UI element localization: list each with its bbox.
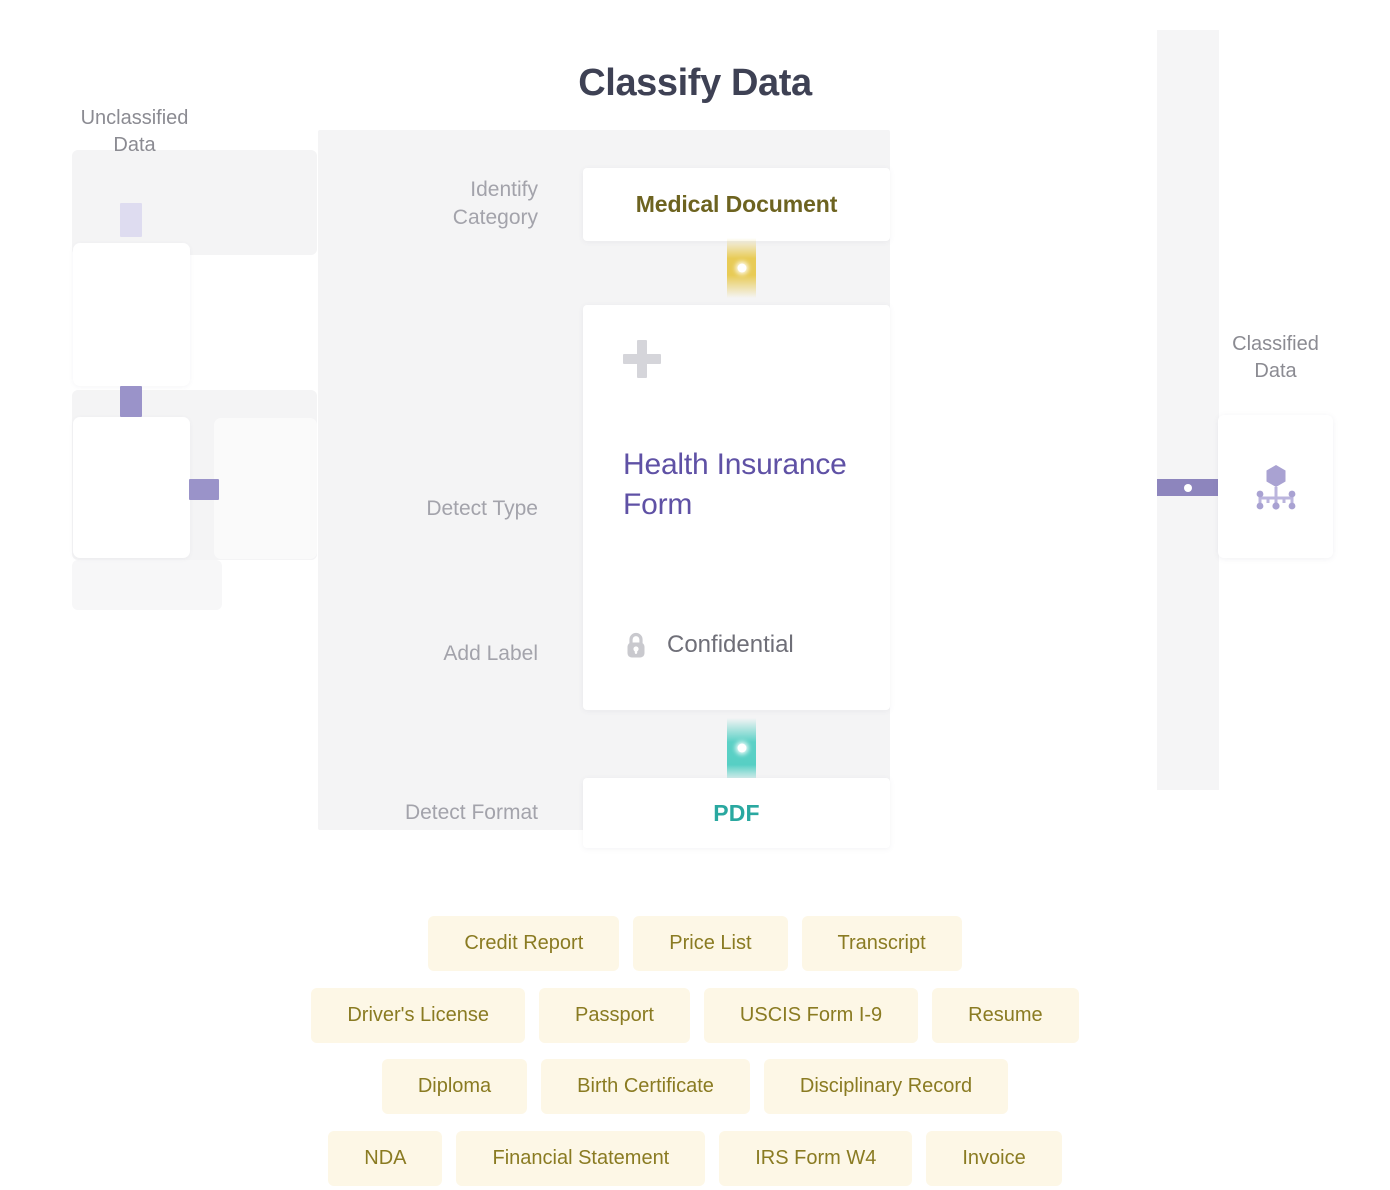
unclassified-card-bottom [73,417,190,558]
unclassified-caption-line2: Data [113,134,156,156]
identify-category-label-line1: Identify [470,178,538,201]
tag-chip[interactable]: Birth Certificate [541,1059,750,1114]
category-value: Medical Document [635,191,838,217]
right-background-panel [1157,30,1219,790]
tag-chip[interactable]: Passport [538,988,690,1043]
tag-chip[interactable]: Transcript [801,916,962,971]
classified-caption-line1: Classified [1232,333,1319,355]
tag-chip[interactable]: Diploma [381,1059,528,1114]
tag-chip[interactable]: NDA [328,1131,443,1186]
document-detail-card[interactable]: Health Insurance Form Confidential [583,305,890,710]
unclassified-card-side [214,418,317,559]
connector-vertical [120,386,142,417]
tag-chip[interactable]: Invoice [926,1131,1062,1186]
document-type-value: Health Insurance Form [623,448,847,521]
format-value: PDF [713,799,760,826]
tag-row-3: NDA Financial Statement IRS Form W4 Invoice [0,1131,1390,1186]
tag-chip[interactable]: Financial Statement [456,1131,706,1186]
tag-row-0: Credit Report Price List Transcript [0,916,1390,971]
connector-teal [727,718,756,778]
ghost-block-a [72,150,317,255]
tag-chip[interactable]: USCIS Form I-9 [703,988,919,1043]
tag-row-2: Diploma Birth Certificate Disciplinary Rec… [0,1059,1390,1114]
connector-teal-dot [737,743,746,753]
category-card[interactable]: Medical Document [583,168,890,241]
ghost-block-d [72,560,222,610]
add-label-label: Add Label [443,642,538,665]
unclassified-card-top [73,243,190,386]
identify-category-label: Identify Category [330,176,538,232]
page-title: Classify Data [578,62,812,104]
tag-chip[interactable]: Price List [633,916,788,971]
classified-caption-line2: Data [1254,360,1297,382]
tag-chip[interactable]: IRS Form W4 [719,1131,913,1186]
confidential-label-row: Confidential [623,630,794,660]
connector-yellow-dot [737,263,746,273]
connector-purple-classified [1157,479,1219,496]
connector-pale-top [120,203,142,237]
unclassified-data-caption: Unclassified Data [32,105,237,159]
detect-format-label: Detect Format [404,801,538,824]
tag-chip[interactable]: Resume [932,988,1079,1043]
detect-type-label: Detect Type [426,497,538,520]
network-node-icon [1248,459,1304,515]
connector-horizontal [189,479,219,500]
connector-purple-dot [1184,483,1192,492]
tag-chip[interactable]: Credit Report [428,916,620,971]
identify-category-label-line2: Category [452,206,538,229]
classified-data-caption: Classified Data [1178,331,1373,385]
confidential-label-value: Confidential [667,631,794,658]
tag-chip[interactable]: Disciplinary Record [763,1059,1009,1114]
unclassified-caption-line1: Unclassified [80,107,189,129]
classified-data-card[interactable] [1218,415,1333,558]
connector-yellow [727,238,756,298]
lock-icon [623,630,649,660]
format-card[interactable]: PDF [583,778,890,848]
classify-data-diagram: Classify Data Unclassified Data Classifi… [0,0,1390,1190]
tag-chip[interactable]: Driver's License [311,988,525,1043]
tag-row-1: Driver's License Passport USCIS Form I-9 Re… [0,988,1390,1043]
plus-icon[interactable] [623,340,661,378]
